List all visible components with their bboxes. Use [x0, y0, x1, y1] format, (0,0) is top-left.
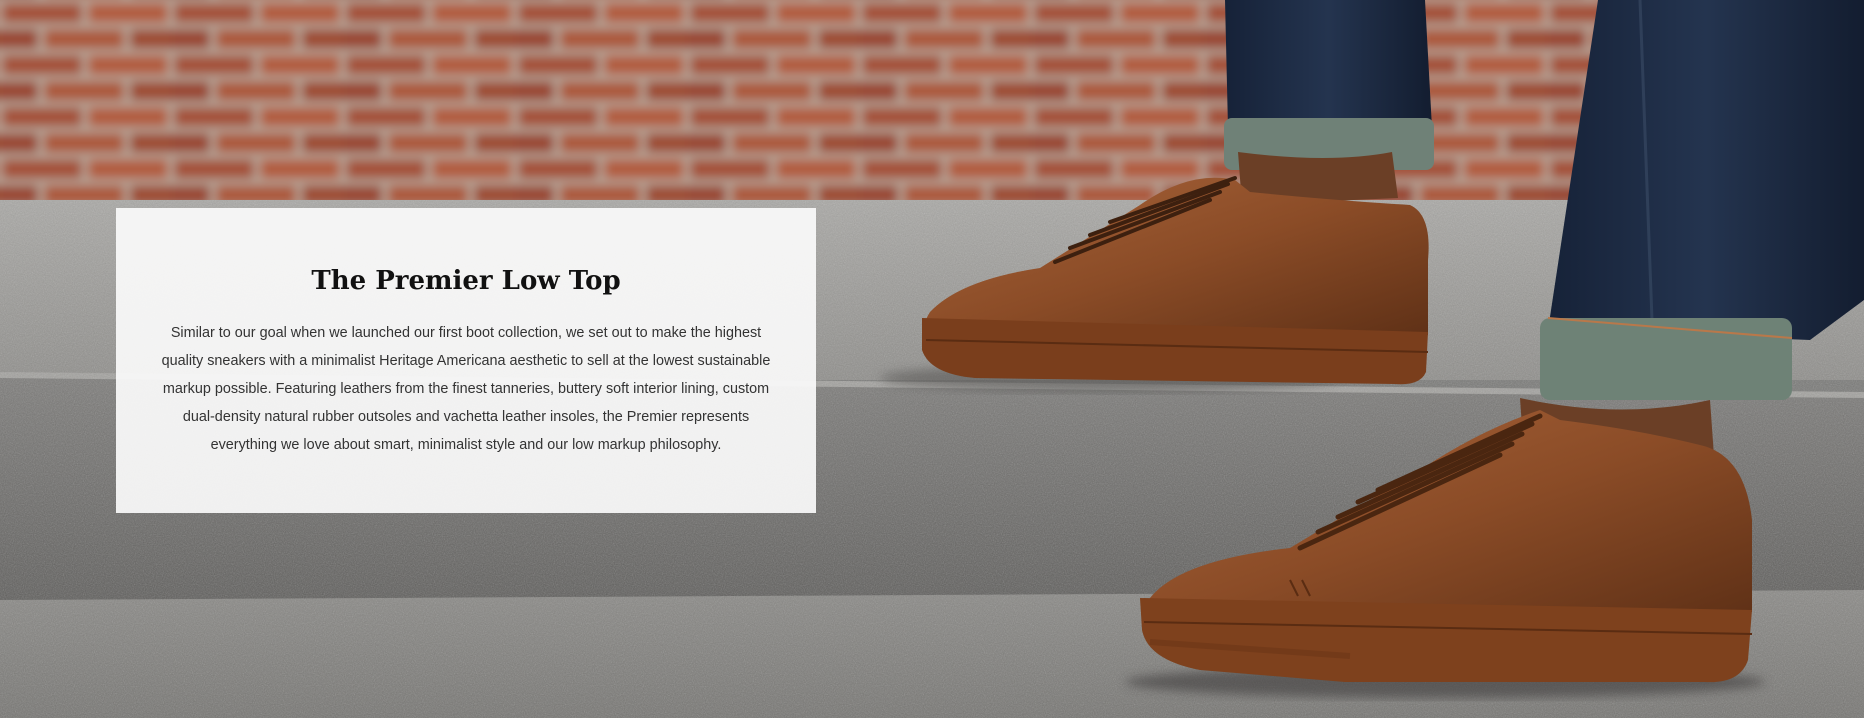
hero-banner: The Premier Low Top Similar to our goal …: [0, 0, 1864, 718]
product-title: The Premier Low Top: [311, 266, 621, 296]
product-description: Similar to our goal when we launched our…: [161, 325, 771, 454]
product-info-card: The Premier Low Top Similar to our goal …: [116, 208, 816, 513]
